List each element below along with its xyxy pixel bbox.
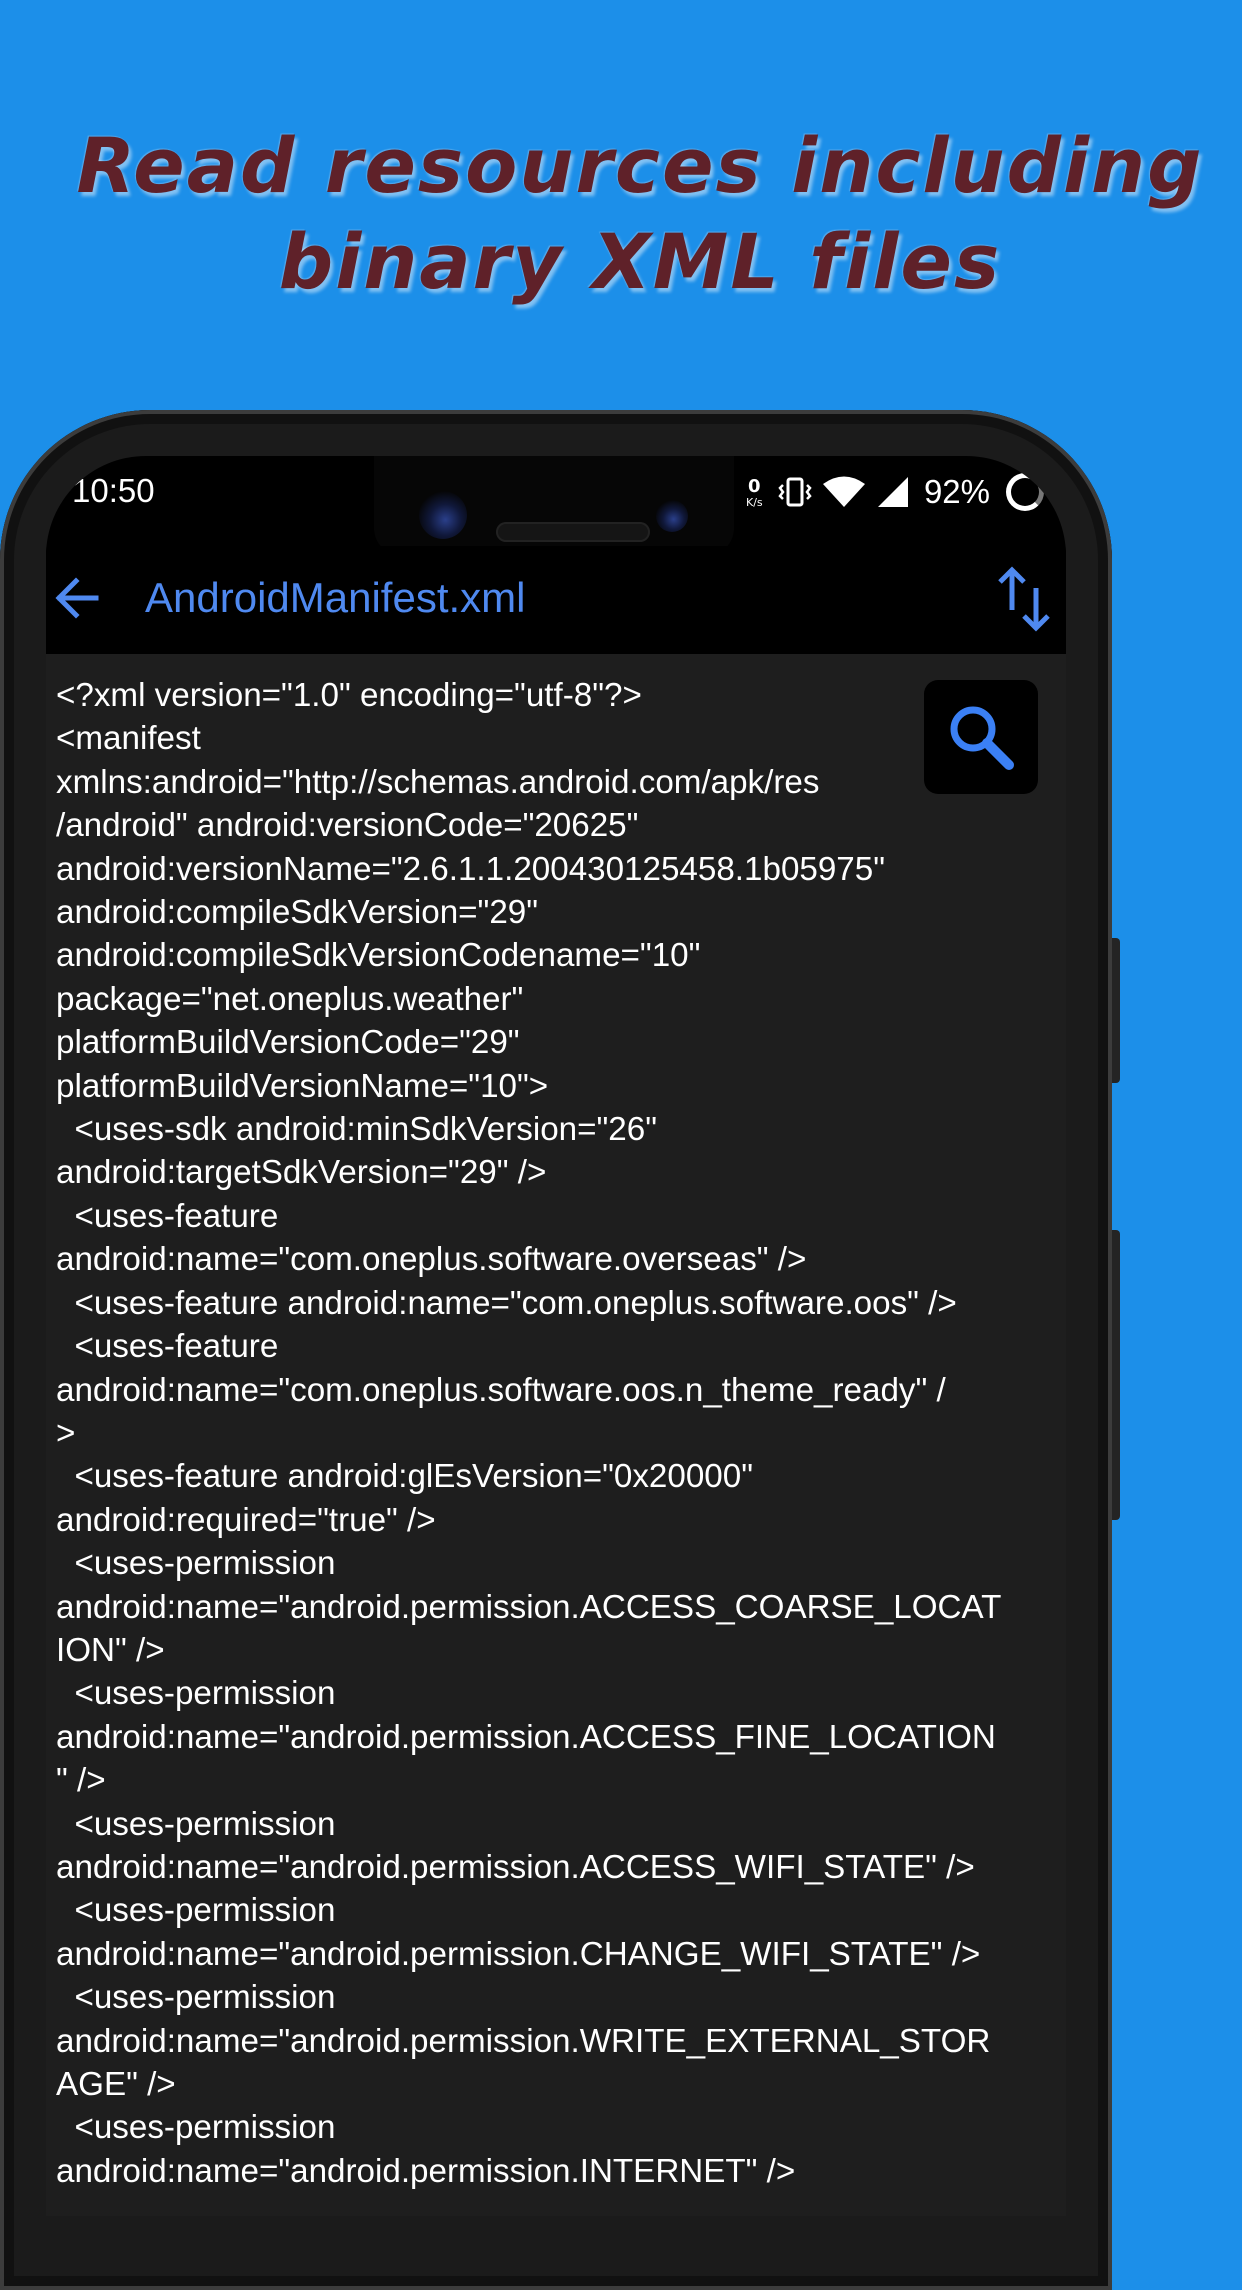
- code-line: <uses-permission: [56, 1892, 336, 1930]
- arrow-left-icon[interactable]: [54, 576, 100, 620]
- data-rate-icon: 0 K/s: [746, 476, 763, 509]
- code-line: android:compileSdkVersionCodename="10": [56, 937, 701, 975]
- swap-vertical-icon[interactable]: [996, 564, 1052, 634]
- code-line: <uses-feature: [56, 1197, 279, 1235]
- code-line: android:name="com.oneplus.software.overs…: [56, 1241, 807, 1279]
- file-title: AndroidManifest.xml: [145, 574, 526, 621]
- signal-icon: [877, 477, 908, 507]
- code-line: android:name="android.permission.ACCESS_…: [56, 1588, 1002, 1626]
- phone-screen: 10:50 0 K/s 92% AndroidManifest.xml <?xm…: [46, 456, 1066, 2216]
- headline-line-2: binary XML files: [278, 217, 1002, 306]
- code-line: android:name="com.oneplus.software.oos.n…: [56, 1371, 946, 1409]
- wifi-icon: [822, 476, 865, 507]
- code-line: android:versionName="2.6.1.1.20043012545…: [56, 850, 886, 888]
- code-line: <uses-permission: [56, 1675, 336, 1713]
- code-line: android:name="android.permission.ACCESS_…: [56, 1718, 996, 1756]
- promo-headline: Read resources including binary XML file…: [40, 118, 1240, 310]
- code-line: <uses-permission: [56, 1979, 336, 2017]
- front-camera-icon: [419, 491, 467, 539]
- code-line: android:name="android.permission.WRITE_E…: [56, 2022, 991, 2060]
- code-line: <manifest: [56, 720, 201, 758]
- code-line: android:targetSdkVersion="29" />: [56, 1154, 547, 1192]
- code-line: <uses-permission: [56, 2109, 336, 2147]
- code-line: xmlns:android="http://schemas.android.co…: [56, 763, 820, 801]
- code-line: android:name="android.permission.ACCESS_…: [56, 1848, 975, 1886]
- search-icon: [950, 706, 1014, 770]
- code-line: ION" />: [56, 1631, 165, 1669]
- earpiece-speaker: [496, 522, 650, 542]
- svg-text:K/s: K/s: [746, 496, 763, 509]
- code-line: <uses-permission: [56, 1805, 336, 1843]
- code-line: <uses-feature: [56, 1328, 279, 1366]
- sensor-icon: [656, 500, 688, 532]
- code-line: android:compileSdkVersion="29": [56, 894, 539, 932]
- code-line: AGE" />: [56, 2066, 176, 2103]
- battery-percent: 92%: [923, 473, 990, 510]
- battery-saver-icon: [1006, 473, 1044, 511]
- code-line: " />: [56, 1762, 106, 1800]
- svg-text:0: 0: [748, 476, 761, 497]
- headline-line-1: Read resources including: [76, 121, 1204, 210]
- vibrate-icon: [778, 477, 812, 507]
- code-line: android:name="android.permission.INTERNE…: [56, 2152, 796, 2190]
- code-line: >: [56, 1414, 76, 1452]
- phone-volume-button: [1112, 1230, 1120, 1520]
- status-time: 10:50: [72, 472, 155, 509]
- search-button[interactable]: [924, 680, 1038, 794]
- code-line: <uses-permission: [56, 1545, 336, 1583]
- code-line: <uses-feature android:glEsVersion="0x200…: [56, 1458, 753, 1496]
- code-line: <uses-feature android:name="com.oneplus.…: [56, 1284, 957, 1322]
- code-line: android:name="android.permission.CHANGE_…: [56, 1935, 981, 1973]
- phone-side-button: [1112, 938, 1120, 1083]
- code-line: platformBuildVersionCode="29": [56, 1024, 520, 1062]
- xml-code-text: <?xml version="1.0" encoding="utf-8"?> <…: [56, 674, 1061, 2193]
- app-toolbar: AndroidManifest.xml: [46, 546, 1066, 650]
- camera-notch: [374, 456, 734, 556]
- code-line: /android" android:versionCode="20625": [56, 807, 639, 845]
- code-line: <?xml version="1.0" encoding="utf-8"?>: [56, 677, 642, 714]
- code-line: package="net.oneplus.weather": [56, 980, 524, 1018]
- xml-content-view[interactable]: <?xml version="1.0" encoding="utf-8"?> <…: [46, 654, 1066, 2216]
- code-line: <uses-sdk android:minSdkVersion="26": [56, 1111, 657, 1149]
- status-icons: 0 K/s 92%: [744, 464, 1044, 520]
- code-line: android:required="true" />: [56, 1501, 436, 1539]
- code-line: platformBuildVersionName="10">: [56, 1067, 549, 1105]
